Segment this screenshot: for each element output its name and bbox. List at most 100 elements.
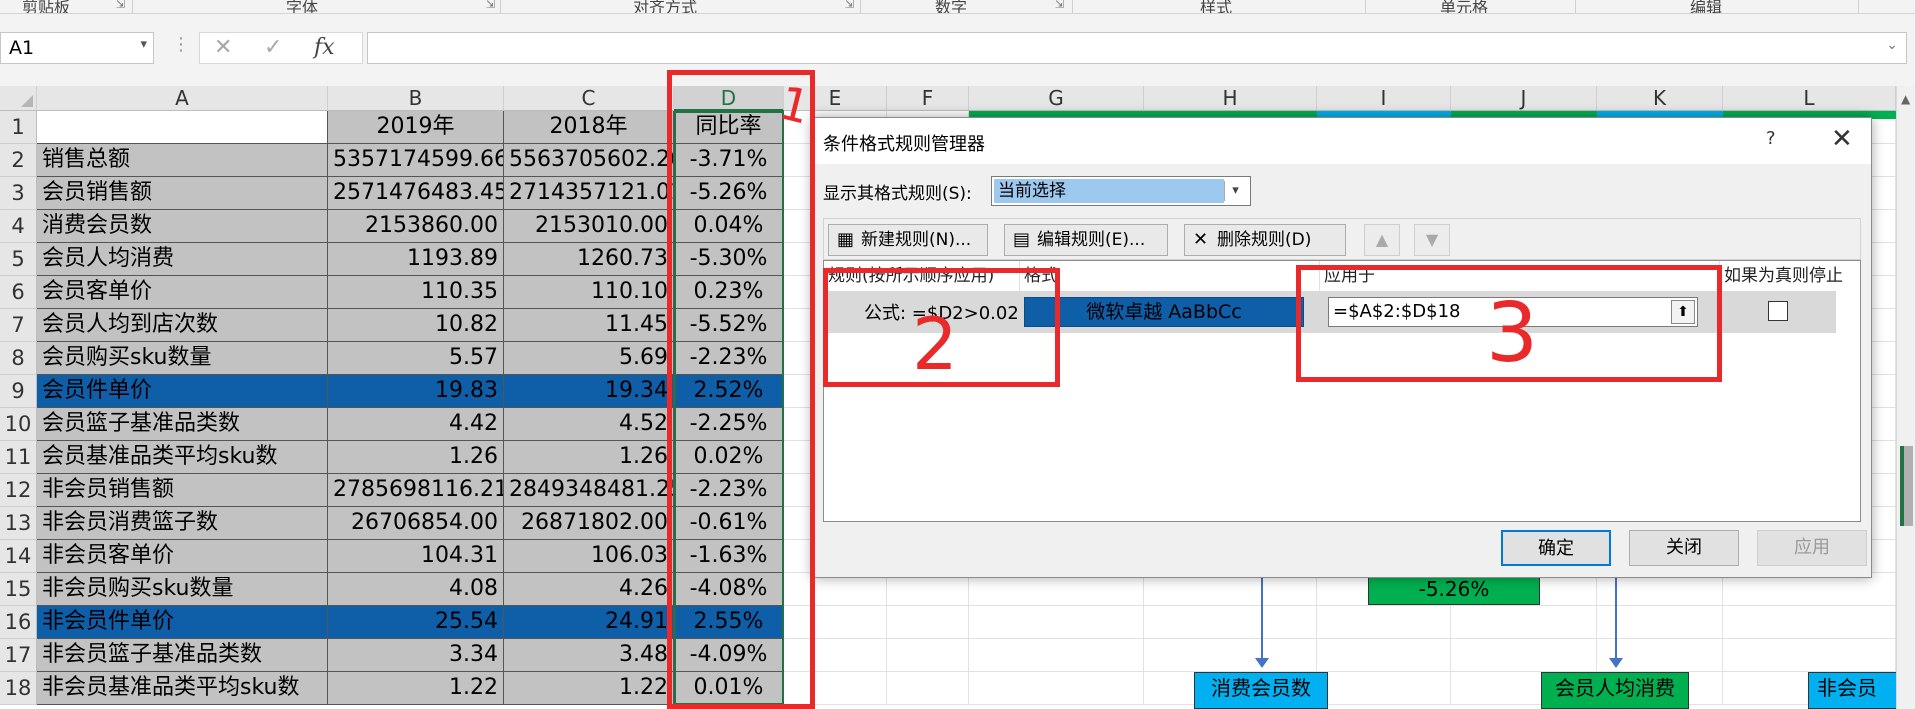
row-header-12[interactable]: 12 xyxy=(0,474,37,507)
column-header-f[interactable]: F xyxy=(887,86,969,111)
column-header-j[interactable]: J xyxy=(1451,86,1597,111)
cell-a17[interactable]: 非会员篮子基准品类数 xyxy=(37,639,328,672)
row-header-3[interactable]: 3 xyxy=(0,177,37,210)
cell-b11[interactable]: 1.26 xyxy=(328,441,504,474)
cell-c2[interactable]: 5563705602.26 xyxy=(504,144,674,177)
empty-cell[interactable] xyxy=(969,606,1144,639)
cell-d15[interactable]: -4.08% xyxy=(674,573,784,606)
cell-b17[interactable]: 3.34 xyxy=(328,639,504,672)
empty-cell[interactable] xyxy=(887,672,969,705)
row-header-4[interactable]: 4 xyxy=(0,210,37,243)
alignment-launcher-icon[interactable]: ⇲ xyxy=(845,0,854,11)
row-header-6[interactable]: 6 xyxy=(0,276,37,309)
cell-c18[interactable]: 1.22 xyxy=(504,672,674,705)
applies-to-input[interactable]: =$A$2:$D$18 ⬆ xyxy=(1328,297,1698,327)
row-header-5[interactable]: 5 xyxy=(0,243,37,276)
edit-rule-button[interactable]: ▤ 编辑规则(E)... xyxy=(1004,224,1168,256)
column-header-e[interactable]: E xyxy=(784,86,887,111)
move-down-button[interactable]: ▼ xyxy=(1414,224,1450,256)
move-up-button[interactable]: ▲ xyxy=(1364,224,1400,256)
scroll-up-icon[interactable]: ▲ xyxy=(1901,92,1910,106)
cell-a7[interactable]: 会员人均到店次数 xyxy=(37,309,328,342)
empty-cell[interactable] xyxy=(1723,639,1896,672)
range-picker-icon[interactable]: ⬆ xyxy=(1671,300,1695,324)
header-cell-d[interactable]: 同比率 xyxy=(674,111,784,144)
empty-cell[interactable] xyxy=(1144,606,1317,639)
cell-a12[interactable]: 非会员销售额 xyxy=(37,474,328,507)
cell-d13[interactable]: -0.61% xyxy=(674,507,784,540)
empty-cell[interactable] xyxy=(969,672,1144,705)
cell-b7[interactable]: 10.82 xyxy=(328,309,504,342)
chevron-down-icon[interactable]: ▾ xyxy=(140,37,147,52)
cell-a13[interactable]: 非会员消费篮子数 xyxy=(37,507,328,540)
column-header-i[interactable]: I xyxy=(1317,86,1451,111)
font-launcher-icon[interactable]: ⇲ xyxy=(486,0,495,11)
cell-d18[interactable]: 0.01% xyxy=(674,672,784,705)
scrollbar-thumb[interactable] xyxy=(1900,446,1913,526)
empty-cell[interactable] xyxy=(784,606,887,639)
empty-cell[interactable] xyxy=(1317,672,1451,705)
column-header-g[interactable]: G xyxy=(969,86,1144,111)
cell-a2[interactable]: 销售总额 xyxy=(37,144,328,177)
formula-bar-grip-icon[interactable]: ⋮ xyxy=(172,34,190,55)
cell-d4[interactable]: 0.04% xyxy=(674,210,784,243)
empty-cell[interactable] xyxy=(887,639,969,672)
row-header-14[interactable]: 14 xyxy=(0,540,37,573)
column-header-c[interactable]: C xyxy=(504,86,674,111)
cell-b9[interactable]: 19.83 xyxy=(328,375,504,408)
row-header-16[interactable]: 16 xyxy=(0,606,37,639)
row-header-7[interactable]: 7 xyxy=(0,309,37,342)
cell-a14[interactable]: 非会员客单价 xyxy=(37,540,328,573)
cell-b6[interactable]: 110.35 xyxy=(328,276,504,309)
cell-a5[interactable]: 会员人均消费 xyxy=(37,243,328,276)
column-header-l[interactable]: L xyxy=(1723,86,1896,111)
cell-c15[interactable]: 4.26 xyxy=(504,573,674,606)
apply-button[interactable]: 应用 xyxy=(1757,530,1867,566)
chevron-down-icon[interactable]: ▾ xyxy=(1224,181,1246,201)
cell-a16[interactable]: 非会员件单价 xyxy=(37,606,328,639)
column-header-b[interactable]: B xyxy=(328,86,504,111)
insert-function-icon[interactable]: fx xyxy=(314,35,335,60)
cell-c10[interactable]: 4.52 xyxy=(504,408,674,441)
cell-a9[interactable]: 会员件单价 xyxy=(37,375,328,408)
cell-a3[interactable]: 会员销售额 xyxy=(37,177,328,210)
header-cell-c[interactable]: 2018年 xyxy=(504,111,674,144)
empty-cell[interactable] xyxy=(1144,639,1317,672)
delete-rule-button[interactable]: ✕ 删除规则(D) xyxy=(1184,224,1346,256)
close-icon[interactable]: ✕ xyxy=(1831,124,1853,154)
column-header-h[interactable]: H xyxy=(1144,86,1317,111)
cell-c16[interactable]: 24.91 xyxy=(504,606,674,639)
row-header-11[interactable]: 11 xyxy=(0,441,37,474)
column-header-k[interactable]: K xyxy=(1597,86,1723,111)
cell-a10[interactable]: 会员篮子基准品类数 xyxy=(37,408,328,441)
cell-c5[interactable]: 1260.73 xyxy=(504,243,674,276)
cell-c17[interactable]: 3.48 xyxy=(504,639,674,672)
row-header-18[interactable]: 18 xyxy=(0,672,37,705)
row-header-1[interactable]: 1 xyxy=(0,111,37,144)
number-launcher-icon[interactable]: ⇲ xyxy=(1055,0,1064,11)
empty-cell[interactable] xyxy=(1451,606,1597,639)
cell-d8[interactable]: -2.23% xyxy=(674,342,784,375)
cell-b18[interactable]: 1.22 xyxy=(328,672,504,705)
clipboard-launcher-icon[interactable]: ⇲ xyxy=(116,0,125,11)
show-rules-select[interactable]: 当前选择 ▾ xyxy=(991,176,1251,206)
cell-c13[interactable]: 26871802.00 xyxy=(504,507,674,540)
ok-button[interactable]: 确定 xyxy=(1501,530,1611,566)
cell-b10[interactable]: 4.42 xyxy=(328,408,504,441)
cell-b13[interactable]: 26706854.00 xyxy=(328,507,504,540)
cell-c6[interactable]: 110.10 xyxy=(504,276,674,309)
help-icon[interactable]: ? xyxy=(1766,128,1776,149)
cell-d11[interactable]: 0.02% xyxy=(674,441,784,474)
cell-b14[interactable]: 104.31 xyxy=(328,540,504,573)
empty-cell[interactable] xyxy=(784,639,887,672)
cell-b15[interactable]: 4.08 xyxy=(328,573,504,606)
cell-d16[interactable]: 2.55% xyxy=(674,606,784,639)
cell-d10[interactable]: -2.25% xyxy=(674,408,784,441)
cell-d7[interactable]: -5.52% xyxy=(674,309,784,342)
column-header-d[interactable]: D xyxy=(674,86,784,111)
cell-a6[interactable]: 会员客单价 xyxy=(37,276,328,309)
cell-c7[interactable]: 11.45 xyxy=(504,309,674,342)
row-header-13[interactable]: 13 xyxy=(0,507,37,540)
cell-c4[interactable]: 2153010.00 xyxy=(504,210,674,243)
empty-cell[interactable] xyxy=(1723,606,1896,639)
